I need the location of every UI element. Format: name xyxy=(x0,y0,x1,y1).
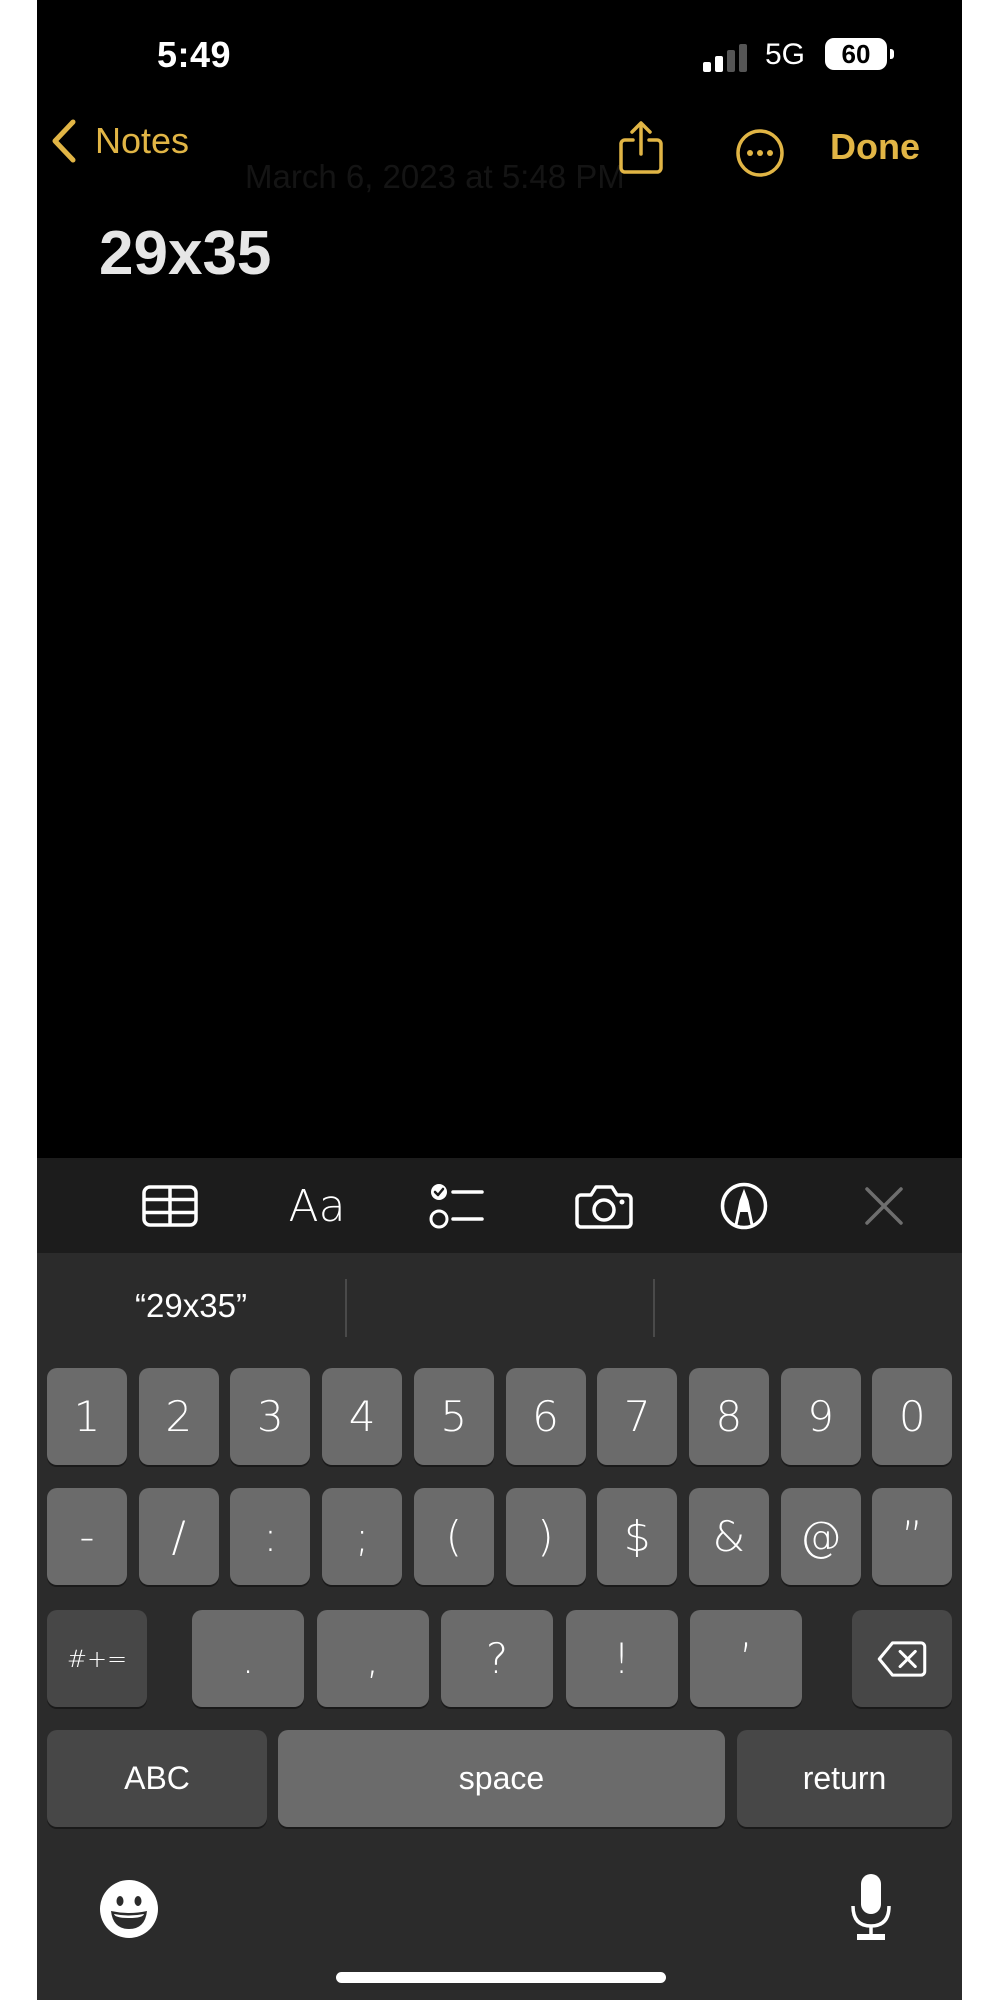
backspace-icon xyxy=(877,1640,927,1677)
delete-key[interactable] xyxy=(852,1610,952,1707)
space-key[interactable]: space xyxy=(278,1730,725,1827)
note-date: March 6, 2023 at 5:48 PM xyxy=(245,158,625,195)
emoji-icon xyxy=(100,1880,158,1938)
suggestion-item[interactable] xyxy=(347,1253,653,1363)
signal-bar xyxy=(715,56,723,72)
punctuation-key[interactable]: ? xyxy=(441,1610,553,1707)
number-key[interactable]: 8 xyxy=(688,1368,769,1465)
close-icon xyxy=(865,1187,903,1225)
note-title[interactable]: 29x35 xyxy=(99,218,271,289)
table-button[interactable] xyxy=(141,1178,199,1234)
symbol-key[interactable]: ( xyxy=(413,1488,494,1585)
symbol-key[interactable]: ” xyxy=(872,1488,953,1585)
symbols-toggle-key[interactable]: #+= xyxy=(47,1610,147,1707)
checklist-button[interactable] xyxy=(429,1178,485,1234)
battery-cap xyxy=(890,49,894,59)
camera-button[interactable] xyxy=(575,1178,633,1234)
phone-screen: 5:49 5G 60 March 6, 2023 at 5:48 PM Note… xyxy=(37,0,962,2000)
back-to-notes-button[interactable]: Notes xyxy=(49,118,189,164)
number-key[interactable]: 2 xyxy=(138,1368,219,1465)
abc-key[interactable]: ABC xyxy=(47,1730,267,1827)
more-options-button[interactable] xyxy=(735,128,785,178)
keyboard: “29x35” 1234567890 - /:;() $ & @” #+= .,?!’ … xyxy=(37,1253,962,2000)
symbol-key[interactable]: / xyxy=(138,1488,219,1585)
punctuation-key[interactable]: ! xyxy=(565,1610,678,1707)
markup-pen-icon xyxy=(720,1182,768,1230)
symbol-key[interactable]: & xyxy=(688,1488,769,1585)
number-key[interactable]: 3 xyxy=(230,1368,311,1465)
network-type: 5G xyxy=(765,38,806,71)
microphone-icon xyxy=(851,1874,891,1940)
signal-bar xyxy=(703,62,711,72)
camera-icon xyxy=(575,1185,633,1229)
symbol-key[interactable]: ; xyxy=(322,1488,403,1585)
punctuation-key[interactable]: ’ xyxy=(690,1610,802,1707)
emoji-button[interactable] xyxy=(99,1879,159,1944)
signal-bar xyxy=(727,50,735,72)
close-toolbar-button[interactable] xyxy=(863,1178,905,1234)
markup-button[interactable] xyxy=(719,1178,769,1234)
signal-bar xyxy=(739,44,747,72)
symbol-key[interactable]: $ xyxy=(597,1488,678,1585)
text-format-button[interactable]: Aa xyxy=(287,1178,347,1234)
symbol-key[interactable]: ) xyxy=(505,1488,586,1585)
suggestion-bar: “29x35” xyxy=(37,1253,962,1363)
text-format-icon: Aa xyxy=(288,1180,346,1232)
cellular-signal-icon xyxy=(703,44,753,72)
number-key[interactable]: 0 xyxy=(872,1368,953,1465)
back-label: Notes xyxy=(95,120,190,161)
ellipsis-circle-icon xyxy=(736,129,784,177)
number-key[interactable]: 1 xyxy=(47,1368,127,1465)
number-key[interactable]: 6 xyxy=(505,1368,586,1465)
number-key[interactable]: 4 xyxy=(322,1368,403,1465)
checklist-icon xyxy=(429,1184,484,1229)
status-time: 5:49 xyxy=(157,34,232,75)
home-indicator[interactable] xyxy=(336,1972,666,1983)
table-icon xyxy=(142,1185,198,1227)
symbol-key[interactable]: - xyxy=(47,1488,127,1585)
number-key[interactable]: 5 xyxy=(413,1368,494,1465)
number-key[interactable]: 9 xyxy=(780,1368,861,1465)
return-key[interactable]: return xyxy=(737,1730,952,1827)
done-button[interactable]: Done xyxy=(830,126,920,168)
dictation-button[interactable] xyxy=(849,1872,893,1947)
symbol-key[interactable]: @ xyxy=(780,1488,861,1585)
suggestion-item[interactable]: “29x35” xyxy=(37,1253,345,1363)
punctuation-key[interactable]: , xyxy=(316,1610,429,1707)
punctuation-key[interactable]: . xyxy=(192,1610,304,1707)
formatting-toolbar: Aa xyxy=(37,1158,962,1253)
suggestion-item[interactable] xyxy=(655,1253,962,1363)
chevron-left-icon xyxy=(52,119,76,163)
share-button[interactable] xyxy=(617,120,665,176)
share-icon xyxy=(619,121,663,174)
battery-icon: 60 xyxy=(825,38,887,70)
symbol-key[interactable]: : xyxy=(230,1488,311,1585)
number-key[interactable]: 7 xyxy=(597,1368,678,1465)
